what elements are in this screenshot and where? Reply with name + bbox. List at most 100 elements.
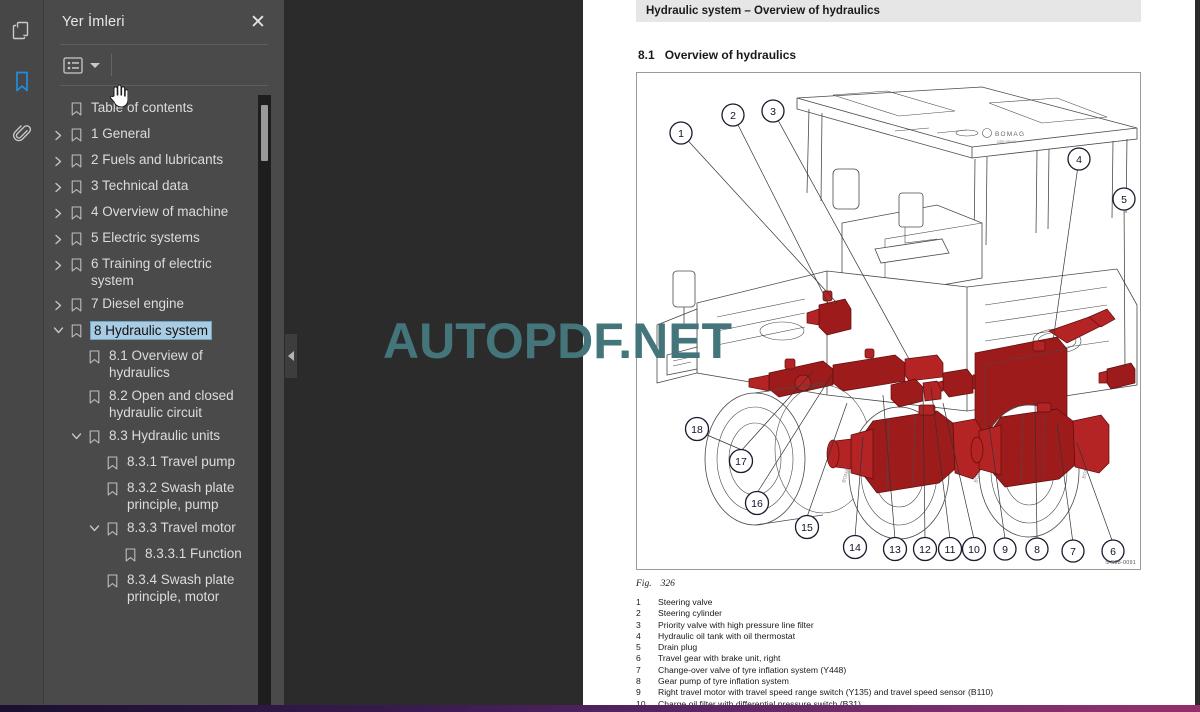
pages-thumbnail-icon[interactable] (6, 14, 38, 46)
chevron-down-icon[interactable] (90, 62, 100, 68)
legend-key: 3 (636, 619, 641, 630)
bookmark-item[interactable]: 2 Fuels and lubricants (44, 148, 284, 174)
legend-row: 5 Drain plug (636, 642, 1156, 653)
svg-text:7: 7 (1070, 546, 1076, 558)
legend-row: 6 Travel gear with brake unit, right (636, 653, 1156, 664)
chevron-right-icon[interactable] (50, 229, 66, 245)
attachment-paperclip-icon[interactable] (6, 118, 38, 150)
bookmark-item[interactable]: 6 Training of electric system (44, 252, 284, 292)
close-icon[interactable]: ✕ (246, 10, 270, 34)
sidebar-icon-rail (0, 0, 44, 712)
bookmark-item[interactable]: 8.3.1 Travel pump (44, 450, 284, 476)
chevron-right-icon[interactable] (50, 125, 66, 141)
figure-legend: 1 Steering valve 2 Steering cylinder 3 Priori… (636, 597, 1156, 708)
legend-text: Change-over valve of tyre inflation syst… (658, 664, 847, 675)
svg-text:8: 8 (1034, 544, 1040, 556)
bookmark-item[interactable]: 8.2 Open and closed hydraulic circuit (44, 384, 284, 424)
bookmarks-panel-header: Yer İmleri ✕ (44, 0, 284, 44)
bookmark-label: 8.3.3 Travel motor (127, 520, 236, 535)
bookmark-item[interactable]: 4 Overview of machine (44, 200, 284, 226)
bookmark-item[interactable]: 1 General (44, 122, 284, 148)
chevron-right-icon[interactable] (50, 177, 66, 193)
bookmark-item[interactable]: 8.3.3.1 Function (44, 542, 284, 568)
document-page: Hydraulic system – Overview of hydraulic… (583, 0, 1195, 708)
legend-text: Steering valve (658, 597, 713, 607)
bookmark-icon (66, 229, 86, 246)
legend-key: 9 (636, 687, 641, 698)
chevron-right-icon[interactable] (50, 295, 66, 311)
legend-text: Hydraulic oil tank with oil thermostat (658, 630, 796, 641)
bookmark-item[interactable]: 5 Electric systems (44, 226, 284, 252)
bookmark-icon (66, 177, 86, 194)
chevron-down-icon[interactable] (50, 321, 66, 335)
figure-caption: Fig. 326 (636, 579, 675, 589)
legend-text: Travel gear with brake unit, right (658, 653, 781, 664)
bookmark-item[interactable]: 8 Hydraulic system (44, 318, 284, 344)
bookmark-tree[interactable]: Table of contents 1 General 2 Fuels and lu… (44, 92, 284, 704)
bookmark-label: 8.3.4 Swash plate principle, motor (127, 572, 235, 604)
figure-id: S-538-0091 (1105, 560, 1136, 566)
svg-text:DER DRIVE: DER DRIVE (997, 140, 1017, 144)
bookmark-icon (102, 519, 122, 536)
legend-row: 4 Hydraulic oil tank with oil thermostat (636, 631, 1156, 642)
bookmark-icon (66, 99, 86, 116)
twisty-placeholder (86, 453, 102, 458)
bookmarks-panel: Yer İmleri ✕ Table of contents 1 General 2… (44, 0, 284, 712)
svg-text:4: 4 (1076, 154, 1082, 166)
bookmark-icon (66, 295, 86, 312)
section-title: Overview of hydraulics (664, 48, 797, 62)
bookmark-item[interactable]: 8.3 Hydraulic units (44, 424, 284, 450)
scrollbar-thumb[interactable] (261, 105, 268, 161)
svg-text:1: 1 (678, 128, 684, 140)
svg-text:3: 3 (770, 106, 776, 118)
chevron-left-icon (288, 351, 294, 361)
bookmark-item[interactable]: Table of contents (44, 96, 284, 122)
twisty-placeholder (68, 387, 84, 392)
svg-text:10: 10 (968, 544, 980, 556)
pdf-viewer-window: Yer İmleri ✕ Table of contents 1 General 2… (0, 0, 1200, 712)
svg-text:12: 12 (919, 544, 931, 556)
chevron-down-icon[interactable] (68, 427, 84, 441)
legend-text: Drain plug (658, 642, 698, 653)
caption-number: 326 (660, 579, 675, 589)
legend-text: Right travel motor with travel speed ran… (658, 687, 994, 698)
bookmark-label: 8.3.2 Swash plate principle, pump (127, 480, 235, 512)
twisty-placeholder (68, 347, 84, 352)
chevron-down-icon[interactable] (86, 519, 102, 533)
taskbar-accent-strip (0, 705, 1200, 712)
section-number: 8.1 (638, 48, 655, 62)
bookmark-item[interactable]: 7 Diesel engine (44, 292, 284, 318)
svg-text:9: 9 (1002, 544, 1008, 556)
chevron-right-icon[interactable] (50, 203, 66, 219)
bookmark-label: Table of contents (91, 100, 194, 115)
bookmark-item[interactable]: 8.1 Overview of hydraulics (44, 344, 284, 384)
legend-row: 2 Steering cylinder (636, 608, 1156, 619)
bookmark-icon[interactable] (6, 66, 38, 98)
svg-text:18: 18 (691, 424, 703, 436)
svg-text:17: 17 (735, 456, 747, 468)
chevron-right-icon[interactable] (50, 255, 66, 271)
chevron-right-icon[interactable] (50, 151, 66, 167)
bookmark-item[interactable]: 8.3.3 Travel motor (44, 516, 284, 542)
bookmarks-scrollbar[interactable] (258, 95, 271, 707)
bookmark-label: 8 Hydraulic system (90, 321, 213, 340)
legend-row: 1 Steering valve (636, 597, 1156, 608)
bookmark-label: 2 Fuels and lubricants (91, 152, 224, 167)
collapse-sidebar-handle[interactable] (285, 334, 297, 378)
legend-key: 6 (636, 653, 641, 664)
bookmark-item[interactable]: 3 Technical data (44, 174, 284, 200)
legend-key: 1 (636, 597, 641, 607)
svg-text:6: 6 (1110, 546, 1116, 558)
legend-row: 9 Right travel motor with travel speed ra… (636, 687, 1156, 698)
legend-key: 4 (636, 630, 641, 641)
bookmark-item[interactable]: 8.3.4 Swash plate principle, motor (44, 568, 284, 608)
bookmark-icon (102, 479, 122, 496)
bookmark-label: 3 Technical data (91, 178, 189, 193)
svg-text:16: 16 (751, 498, 763, 510)
machine-line-drawing: .ln { fill:none; stroke:#4a4a4a; stroke-… (656, 86, 1138, 563)
legend-text: Gear pump of tyre inflation system (658, 676, 789, 687)
panel-title: Yer İmleri (62, 14, 125, 30)
bookmark-label: 8.3 Hydraulic units (109, 428, 221, 443)
list-options-icon[interactable] (60, 54, 86, 76)
bookmark-item[interactable]: 8.3.2 Swash plate principle, pump (44, 476, 284, 516)
